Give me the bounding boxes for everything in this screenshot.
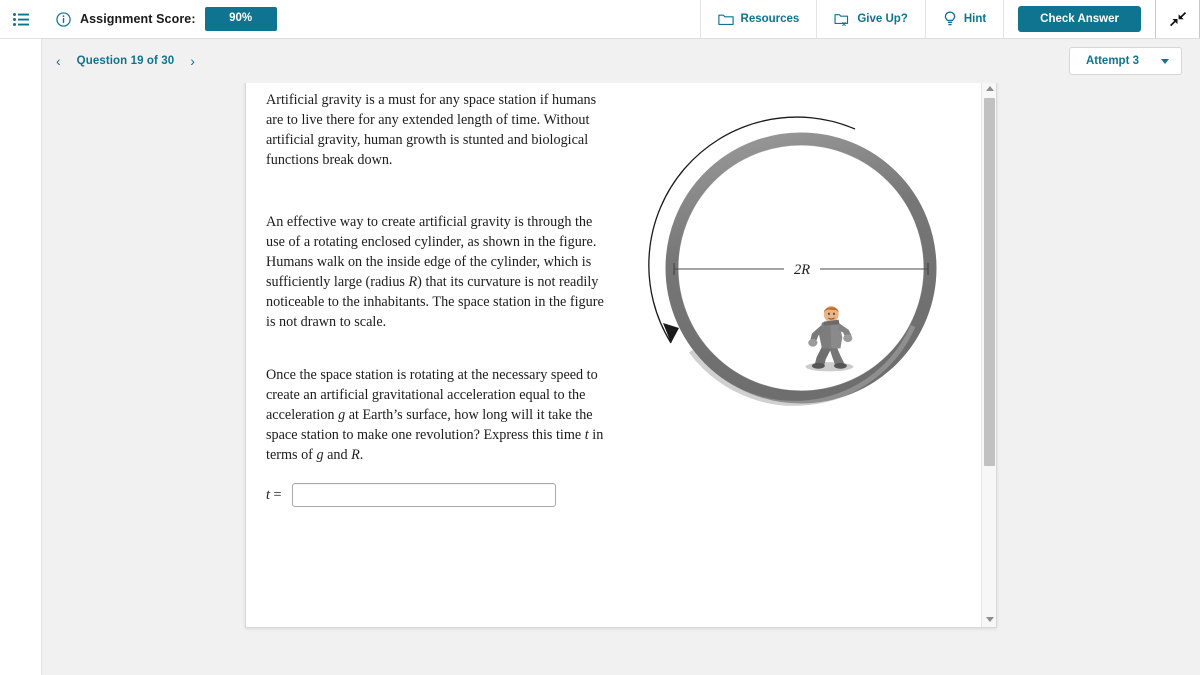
scroll-down-arrow-icon[interactable] (982, 612, 997, 627)
assignment-score-value: 90% (204, 7, 277, 31)
attempt-selector[interactable]: Attempt 3 (1068, 47, 1182, 75)
walking-person-figure (805, 306, 854, 372)
answer-label: t = (266, 486, 282, 503)
resources-button[interactable]: Resources (699, 0, 817, 38)
left-rail (0, 0, 42, 675)
hamburger-menu-button[interactable] (0, 0, 42, 39)
caret-down-icon (1161, 58, 1169, 64)
info-circle-icon[interactable] (56, 11, 71, 27)
attempt-label: Attempt 3 (1085, 55, 1139, 67)
scroll-up-arrow-icon[interactable] (982, 81, 997, 96)
answer-row: t = (266, 483, 556, 507)
question-paragraph-2: An effective way to create artificial gr… (266, 214, 604, 330)
scroll-thumb[interactable] (984, 98, 995, 466)
hint-label: Hint (963, 13, 987, 25)
question-counter-label[interactable]: Question 19 of 30 (77, 55, 175, 67)
hamburger-menu-icon (13, 12, 29, 26)
chevron-left-icon[interactable]: ‹ (52, 52, 65, 70)
rotating-space-station-diagram: 2R (641, 111, 961, 411)
collapse-arrows-icon (1168, 9, 1188, 29)
question-paragraph-3: Once the space station is rotating at th… (266, 367, 604, 463)
folder-x-icon: x (834, 12, 850, 27)
collapse-view-button[interactable] (1155, 0, 1200, 38)
assignment-score-label: Assignment Score: (80, 12, 196, 26)
check-answer-cell: Check Answer (1003, 0, 1155, 38)
lightbulb-icon (943, 11, 957, 27)
top-toolbar: Assignment Score: 90% Resources x Give U… (42, 0, 1200, 39)
assignment-score-group: Assignment Score: 90% (42, 0, 291, 38)
question-navigator: ‹ Question 19 of 30 › (42, 52, 199, 70)
hint-button[interactable]: Hint (924, 0, 1004, 38)
diameter-label: 2R (794, 262, 810, 278)
question-paragraph-1: Artificial gravity is a must for any spa… (266, 90, 612, 170)
answer-input[interactable] (291, 483, 556, 507)
check-answer-button[interactable]: Check Answer (1018, 6, 1141, 32)
give-up-button[interactable]: x Give Up? (816, 0, 925, 38)
paragraph-1-text: Artificial gravity is a must for any spa… (266, 92, 597, 168)
resources-label: Resources (740, 13, 800, 25)
give-up-label: Give Up? (857, 13, 908, 25)
question-text: Artificial gravity is a must for any spa… (266, 90, 612, 476)
chevron-right-icon[interactable]: › (186, 52, 199, 70)
question-subnav: ‹ Question 19 of 30 › Attempt 3 (42, 39, 1200, 83)
question-card: Artificial gravity is a must for any spa… (245, 80, 997, 628)
card-scrollbar[interactable] (981, 81, 996, 627)
folder-icon (717, 12, 734, 26)
app-root: Assignment Score: 90% Resources x Give U… (0, 0, 1200, 675)
